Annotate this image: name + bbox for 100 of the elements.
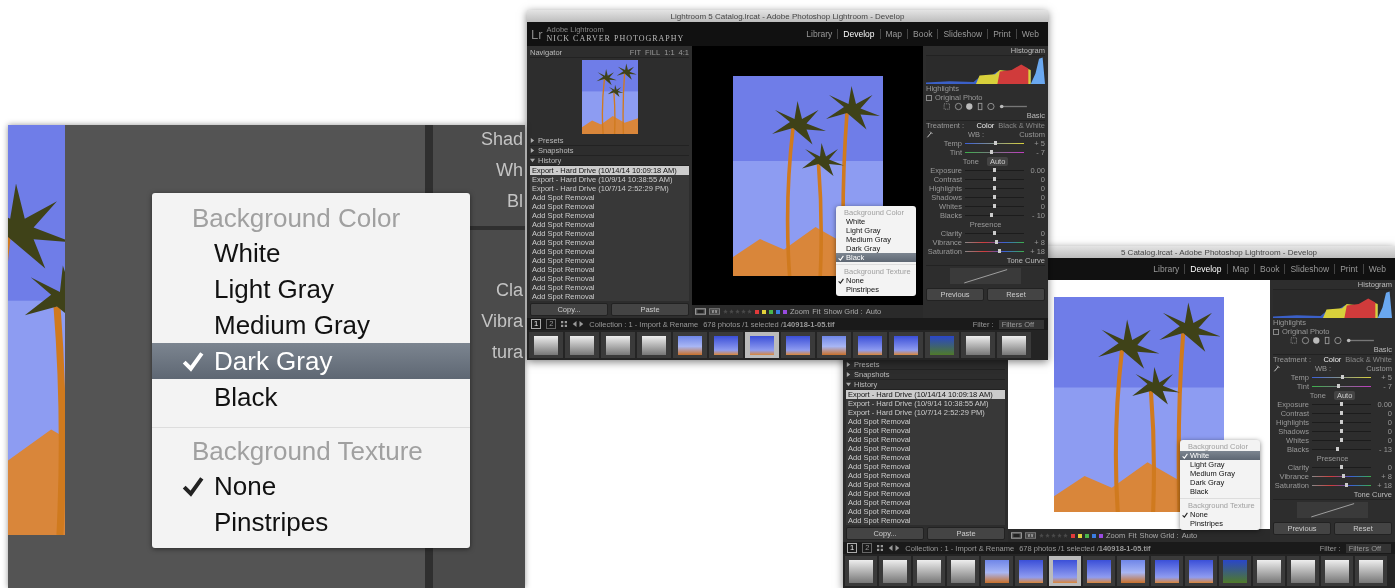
filmstrip-thumbnail[interactable] [1151,556,1183,586]
eyedropper-icon[interactable] [1273,365,1280,372]
color-label[interactable] [755,309,759,314]
star-icon[interactable] [1051,533,1056,538]
filmstrip-thumbnail[interactable] [913,556,945,586]
slider-thumb[interactable] [1342,474,1346,478]
module-tab[interactable]: Library [1148,264,1185,274]
slider-thumb[interactable] [993,195,996,199]
module-tab[interactable]: Library [801,29,838,39]
menu-item[interactable]: Dark Gray [152,343,470,379]
star-icon[interactable] [747,309,752,314]
slider-thumb[interactable] [1340,438,1343,442]
module-tab[interactable]: Map [879,29,908,39]
module-tab[interactable]: Web [1362,264,1391,274]
tone-curve-drawing[interactable] [949,268,1022,284]
filmstrip-thumbnail[interactable] [981,556,1013,586]
slider-thumb[interactable] [993,177,996,181]
filmstrip-thumbnail[interactable] [781,332,815,358]
filmstrip-thumbnail[interactable] [845,556,877,586]
module-tab[interactable]: Slideshow [937,29,988,39]
module-tab[interactable]: Develop [837,29,880,39]
filmstrip-thumbnail[interactable] [709,332,743,358]
star-icon[interactable] [1057,533,1062,538]
color-label[interactable] [1078,533,1082,538]
filmstrip-thumbnail[interactable] [565,332,599,358]
slider-thumb[interactable] [1337,384,1341,388]
star-icon[interactable] [741,309,746,314]
filmstrip-thumbnail[interactable] [1321,556,1353,586]
slider-thumb[interactable] [998,249,1002,253]
menu-item[interactable]: Pinstripes [152,504,470,540]
filmstrip-thumbnail[interactable] [1117,556,1149,586]
grid-icon[interactable] [561,321,568,327]
slider-thumb[interactable] [993,231,996,235]
module-tab[interactable]: Book [907,29,938,39]
color-label[interactable] [776,309,780,314]
filmstrip-thumbnail[interactable] [853,332,887,358]
menu-item[interactable]: White [152,235,470,271]
menu-item[interactable]: Black [152,379,470,415]
filmstrip-thumbnail[interactable] [1049,556,1081,586]
slider-thumb[interactable] [995,240,999,244]
star-rating[interactable] [723,309,752,314]
star-icon[interactable] [1063,533,1068,538]
grid-icon[interactable] [877,545,884,551]
compare-view-icon[interactable] [709,308,720,315]
color-label[interactable] [769,309,773,314]
slider-thumb[interactable] [1340,465,1343,469]
eyedropper-icon[interactable] [926,131,933,138]
slider-thumb[interactable] [1341,375,1345,379]
module-tab[interactable]: Print [987,29,1016,39]
slider-thumb[interactable] [1340,429,1343,433]
module-tab[interactable]: Develop [1184,264,1227,274]
star-icon[interactable] [1045,533,1050,538]
slider-thumb[interactable] [990,150,994,154]
menu-item[interactable]: Medium Gray [152,307,470,343]
star-icon[interactable] [1039,533,1044,538]
compare-view-icon[interactable] [1025,532,1036,539]
filmstrip-thumbnail[interactable] [817,332,851,358]
filmstrip-thumbnail[interactable] [1219,556,1251,586]
slider-thumb[interactable] [1340,411,1343,415]
filmstrip-thumbnail[interactable] [1355,556,1387,586]
module-tab[interactable]: Print [1334,264,1363,274]
star-icon[interactable] [723,309,728,314]
slider-thumb[interactable] [1336,447,1340,451]
module-tab[interactable]: Map [1226,264,1255,274]
checkbox[interactable] [926,94,932,101]
slider-thumb[interactable] [1345,483,1349,487]
loupe-view-icon[interactable] [695,308,706,315]
filmstrip-thumbnail[interactable] [637,332,671,358]
star-icon[interactable] [729,309,734,314]
tone-curve-drawing[interactable] [1296,502,1369,518]
filmstrip-thumbnail[interactable] [947,556,979,586]
color-label[interactable] [783,309,787,314]
slider-thumb[interactable] [993,186,996,190]
filmstrip-thumbnail[interactable] [961,332,995,358]
slider-thumb[interactable] [993,168,996,172]
loupe-view-icon[interactable] [1011,532,1022,539]
menu-item[interactable]: Light Gray [152,271,470,307]
color-label[interactable] [1071,533,1075,538]
filmstrip-thumbnail[interactable] [1287,556,1319,586]
color-label[interactable] [1099,533,1103,538]
slider-thumb[interactable] [1340,420,1343,424]
filmstrip-thumbnail[interactable] [1253,556,1285,586]
module-tab[interactable]: Slideshow [1284,264,1335,274]
slider-thumb[interactable] [1340,402,1343,406]
filmstrip-thumbnail[interactable] [673,332,707,358]
filmstrip-thumbnail[interactable] [879,556,911,586]
filmstrip-thumbnail[interactable] [745,332,779,358]
filmstrip-thumbnail[interactable] [1185,556,1217,586]
filmstrip-thumbnail[interactable] [1015,556,1047,586]
filmstrip-thumbnail[interactable] [889,332,923,358]
module-tab[interactable]: Web [1015,29,1044,39]
filmstrip-thumbnail[interactable] [925,332,959,358]
back-forward-arrows-icon[interactable] [572,321,585,327]
color-label[interactable] [762,309,766,314]
filmstrip-thumbnail[interactable] [997,332,1031,358]
back-forward-arrows-icon[interactable] [888,545,901,551]
color-label[interactable] [1092,533,1096,538]
menu-item[interactable]: None [152,468,470,504]
filmstrip-thumbnail[interactable] [529,332,563,358]
slider-thumb[interactable] [990,213,994,217]
